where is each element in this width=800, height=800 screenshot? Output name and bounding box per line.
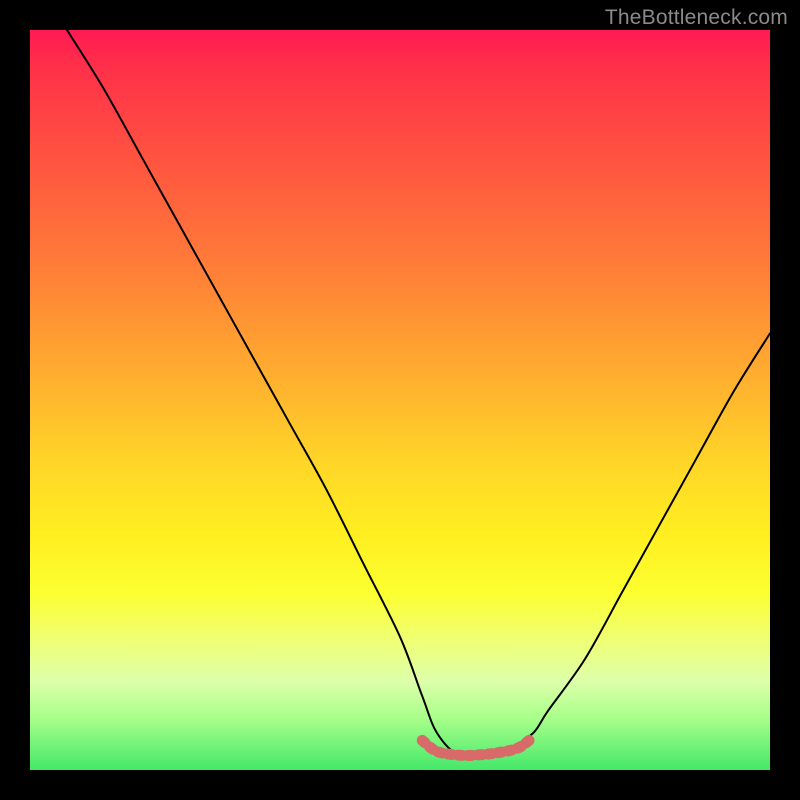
curve-svg <box>30 30 770 770</box>
plot-area <box>30 30 770 770</box>
flat-bottom-marker <box>422 737 533 756</box>
watermark-text: TheBottleneck.com <box>605 6 788 30</box>
chart-frame: TheBottleneck.com <box>0 0 800 800</box>
bottleneck-curve <box>67 30 770 757</box>
